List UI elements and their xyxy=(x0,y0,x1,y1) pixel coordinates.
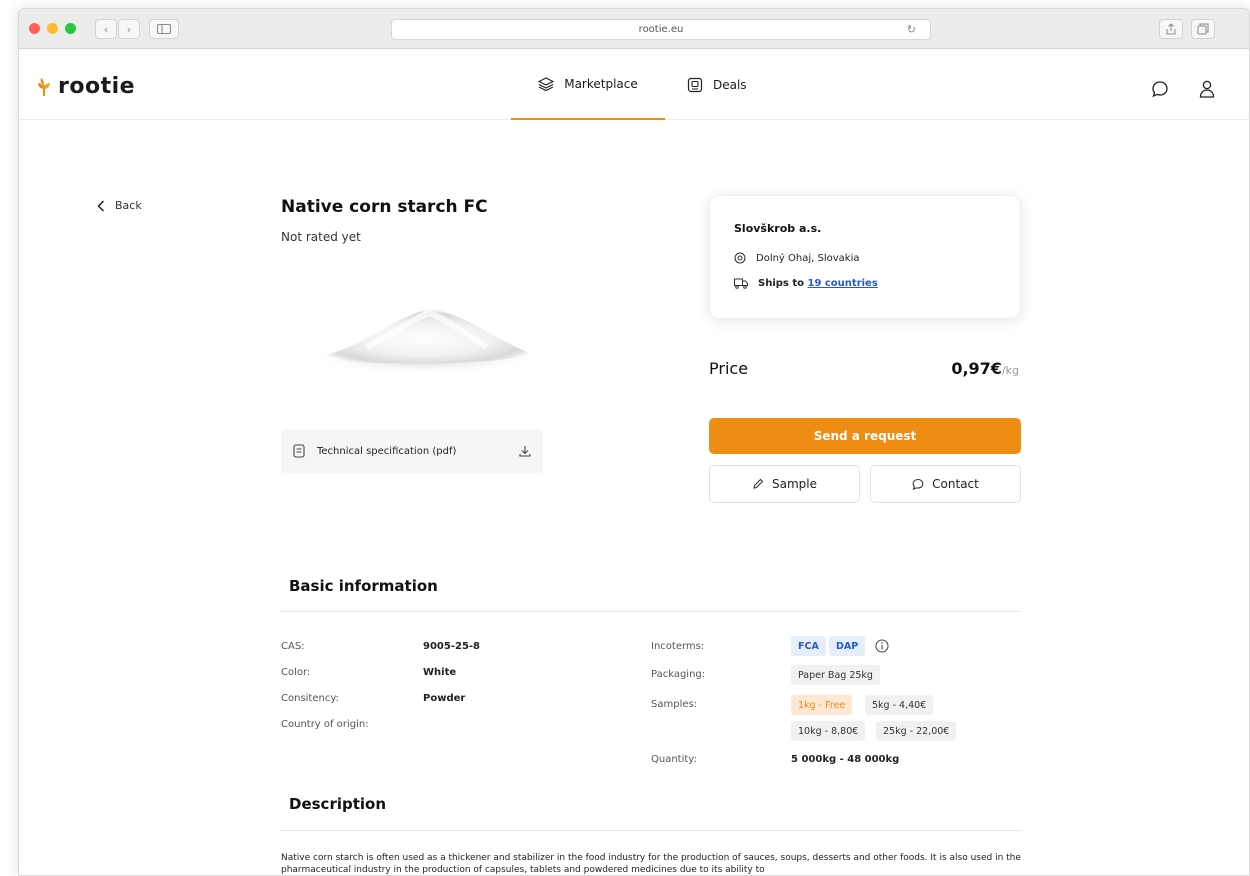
sample-label: Sample xyxy=(772,477,817,491)
contact-button[interactable]: Contact xyxy=(870,465,1021,503)
browser-titlebar: ‹ › rootie.eu ↻ xyxy=(19,9,1249,49)
country-of-origin-label: Country of origin: xyxy=(281,719,369,730)
sample-option-tag[interactable]: 25kg - 22,00€ xyxy=(876,721,957,741)
price-value: 0,97€/kg xyxy=(951,359,1019,378)
share-icon xyxy=(1166,23,1176,35)
logo-text: rootie xyxy=(58,74,136,99)
nav-deals[interactable]: Deals xyxy=(687,50,747,120)
truck-icon xyxy=(734,278,748,289)
technical-specification-download[interactable]: Technical specification (pdf) xyxy=(281,429,543,473)
nav-deals-label: Deals xyxy=(713,78,747,92)
sample-button[interactable]: Sample xyxy=(709,465,860,503)
nav-marketplace-label: Marketplace xyxy=(564,77,638,91)
color-value: White xyxy=(423,667,457,678)
maximize-window-button[interactable] xyxy=(65,23,76,34)
close-window-button[interactable] xyxy=(29,23,40,34)
packaging-tag: Paper Bag 25kg xyxy=(791,665,880,685)
product-image xyxy=(307,309,543,375)
info-icon[interactable] xyxy=(875,639,889,653)
basic-information-title: Basic information xyxy=(289,577,438,595)
chat-icon xyxy=(1152,81,1168,98)
incoterms-label: Incoterms: xyxy=(651,641,705,652)
product-rating: Not rated yet xyxy=(281,230,361,244)
ships-countries-link[interactable]: 19 countries xyxy=(807,278,877,289)
send-request-button[interactable]: Send a request xyxy=(709,418,1021,454)
address-bar[interactable]: rootie.eu ↻ xyxy=(391,19,931,40)
pencil-icon xyxy=(753,478,764,489)
minimize-window-button[interactable] xyxy=(47,23,58,34)
section-divider xyxy=(281,830,1021,831)
wheat-logo-icon xyxy=(38,77,50,96)
consistency-label: Consitency: xyxy=(281,693,339,704)
deals-icon xyxy=(687,77,703,93)
product-title: Native corn starch FC xyxy=(281,197,488,217)
sample-option-tag[interactable]: 1kg - Free xyxy=(791,695,853,715)
url-text: rootie.eu xyxy=(638,24,684,35)
spec-label: Technical specification (pdf) xyxy=(317,445,457,457)
tabs-icon xyxy=(1197,23,1209,35)
send-request-label: Send a request xyxy=(813,429,917,443)
section-divider xyxy=(281,611,1021,612)
sidebar-toggle-button[interactable] xyxy=(149,19,179,39)
user-account-button[interactable] xyxy=(1199,80,1215,102)
description-text: Native corn starch is often used as a th… xyxy=(281,853,1021,875)
incoterm-tag: DAP xyxy=(829,636,866,656)
seller-location: Dolný Ohaj, Slovakia xyxy=(734,252,860,264)
layers-icon xyxy=(538,77,555,91)
sidebar-icon xyxy=(157,24,171,34)
quantity-value: 5 000kg - 48 000kg xyxy=(791,754,900,765)
back-label: Back xyxy=(115,199,142,212)
seller-location-text: Dolný Ohaj, Slovakia xyxy=(756,252,860,264)
messages-button[interactable] xyxy=(1151,80,1169,102)
price-unit: /kg xyxy=(1001,364,1019,377)
share-button[interactable] xyxy=(1159,19,1183,39)
location-pin-icon xyxy=(734,252,746,264)
contact-label: Contact xyxy=(932,477,979,491)
sample-option-tag[interactable]: 10kg - 8,80€ xyxy=(791,721,866,741)
rootie-logo[interactable]: rootie xyxy=(35,74,135,99)
cas-label: CAS: xyxy=(281,641,305,652)
color-label: Color: xyxy=(281,667,311,678)
incoterm-tag: FCA xyxy=(791,636,826,656)
nav-marketplace[interactable]: Marketplace xyxy=(511,50,665,120)
sample-option-tag[interactable]: 5kg - 4,40€ xyxy=(865,695,934,715)
ships-prefix: Ships to xyxy=(758,278,804,289)
back-link[interactable]: Back xyxy=(97,199,142,212)
seller-shipping: Ships to 19 countries xyxy=(734,278,878,289)
chat-icon xyxy=(912,478,924,490)
seller-card: Slovškrob a.s. Dolný Ohaj, Slovakia Ship… xyxy=(709,195,1021,319)
seller-name: Slovškrob a.s. xyxy=(734,222,822,235)
user-icon xyxy=(1199,80,1215,98)
chevron-left-icon: ‹ xyxy=(103,22,109,36)
reload-icon[interactable]: ↻ xyxy=(907,23,916,36)
document-icon xyxy=(293,444,305,458)
packaging-label: Packaging: xyxy=(651,669,706,680)
chevron-right-icon: › xyxy=(126,22,132,36)
download-icon xyxy=(519,446,531,457)
site-header: rootie Marketplace Deals xyxy=(19,50,1249,120)
description-title: Description xyxy=(289,795,387,813)
browser-forward-button[interactable]: › xyxy=(118,19,140,39)
chevron-left-icon xyxy=(97,199,105,212)
cas-value: 9005-25-8 xyxy=(423,641,481,652)
price-amount: 0,97€ xyxy=(951,359,1002,378)
consistency-value: Powder xyxy=(423,693,466,704)
browser-window: ‹ › rootie.eu ↻ rootie Marketplace Deals… xyxy=(18,8,1250,876)
tabs-overview-button[interactable] xyxy=(1191,19,1215,39)
samples-label: Samples: xyxy=(651,699,698,710)
browser-back-button[interactable]: ‹ xyxy=(95,19,117,39)
price-label: Price xyxy=(709,359,749,378)
quantity-label: Quantity: xyxy=(651,754,697,765)
